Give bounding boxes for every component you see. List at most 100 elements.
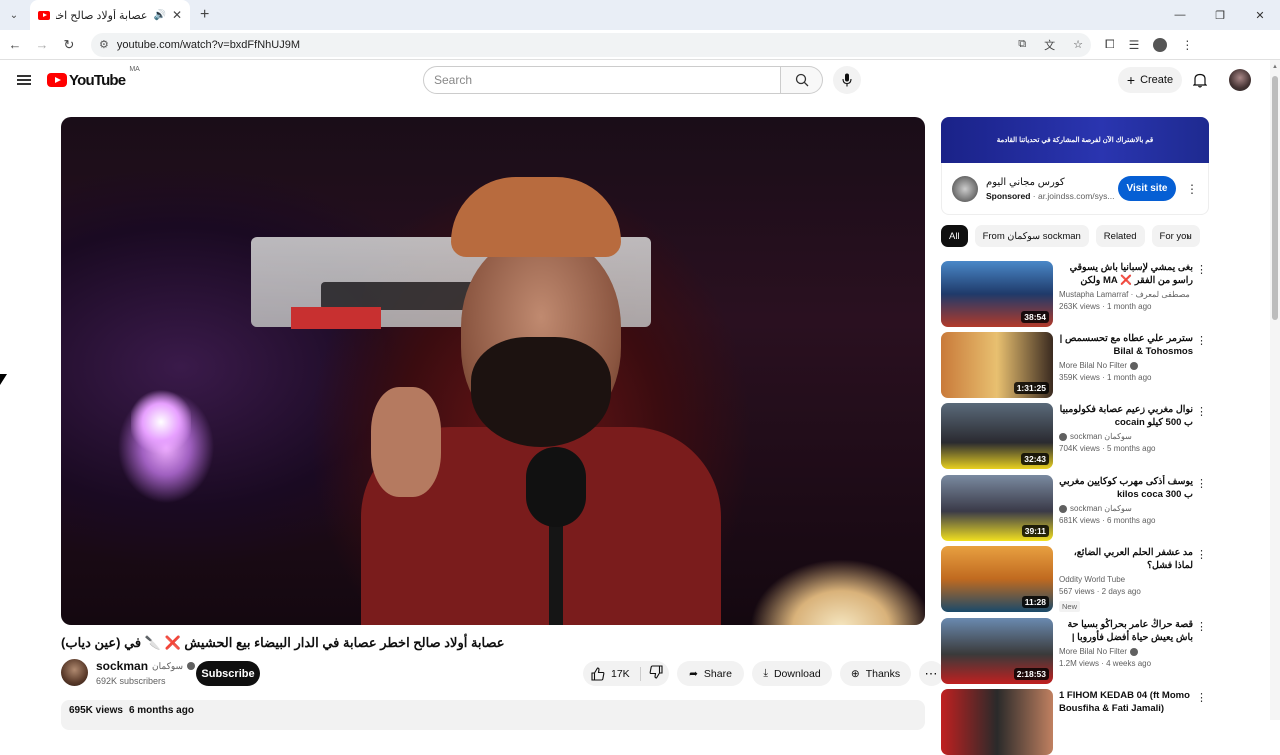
download-button[interactable]: ⤓ Download [752, 661, 832, 686]
recommendation-title[interactable]: نوال مغربي زعيم عصابة فكولومبيا ب 500 كي… [1059, 403, 1193, 429]
new-tab-button[interactable]: + [200, 6, 209, 24]
recommendation-channel[interactable]: sockman سوكمان [1070, 432, 1132, 441]
extensions-icon[interactable]: ⧠ [1105, 37, 1115, 52]
recommendation-title[interactable]: مد عشفر الحلم العربي الضائع، لماذا فشل؟ [1059, 546, 1193, 572]
sponsored-ad[interactable]: قم بالاشتراك الآن لفرصة المشاركة في تحدي… [941, 117, 1209, 215]
profile-avatar-icon[interactable] [1153, 37, 1168, 52]
description-box[interactable]: 695K views 6 months ago [61, 700, 925, 730]
install-app-icon[interactable]: ⧉ [1018, 38, 1026, 51]
recommendation-item[interactable]: 39:11 يوسف أذكى مهرب كوكايين مغربي ب 300… [941, 475, 1209, 541]
recommendation-item[interactable]: 38:54 بغى يمشي لإسبانيا باش يسوقي راسو م… [941, 261, 1209, 327]
video-player[interactable] [61, 117, 925, 625]
channel-name[interactable]: sockman [96, 659, 148, 673]
reload-icon[interactable]: ↻ [57, 33, 81, 57]
browser-tab-active[interactable]: عصابة أولاد صالح اخطر عصا... 🔊 ✕ [30, 0, 190, 30]
share-button[interactable]: ➦ Share [677, 661, 744, 686]
thanks-button[interactable]: ⊕ Thanks [840, 661, 911, 686]
subscribe-button[interactable]: Subscribe [196, 661, 260, 686]
recommendation-channel[interactable]: More Bilal No Filter [1059, 647, 1127, 656]
back-icon[interactable]: ← [3, 33, 27, 57]
duration-badge: 32:43 [1021, 453, 1049, 465]
menu-icon[interactable] [4, 60, 44, 100]
chevron-right-icon[interactable]: › [1186, 229, 1190, 243]
video-thumbnail[interactable] [941, 689, 1053, 755]
restore-icon[interactable]: ❐ [1200, 0, 1240, 30]
video-thumbnail[interactable]: 1:31:25 [941, 332, 1053, 398]
video-thumbnail[interactable]: 38:54 [941, 261, 1053, 327]
url-text[interactable]: youtube.com/watch?v=bxdFfNhUJ9M [117, 39, 1000, 51]
recommendation-title[interactable]: قصة حراڭ عامر بحراڭو بسيا حة باش يعيش حي… [1059, 618, 1193, 644]
video-thumbnail[interactable]: 11:28 [941, 546, 1053, 612]
country-code: MA [129, 65, 140, 73]
verified-icon [1130, 647, 1139, 656]
recommendation-channel[interactable]: Oddity World Tube [1059, 575, 1125, 584]
channel-avatar[interactable] [61, 659, 88, 686]
create-button[interactable]: + Create [1118, 67, 1182, 93]
verified-icon [187, 662, 196, 670]
youtube-play-icon [47, 73, 67, 87]
like-count: 17K [611, 667, 630, 680]
chip-all[interactable]: All [941, 225, 968, 247]
chip-related[interactable]: Related [1095, 225, 1145, 247]
bookmark-star-icon[interactable]: ☆ [1073, 38, 1083, 51]
search-button[interactable] [781, 66, 823, 94]
recommendation-item[interactable]: 32:43 نوال مغربي زعيم عصابة فكولومبيا ب … [941, 403, 1209, 469]
more-vertical-icon[interactable]: ⋮ [1196, 263, 1207, 276]
more-vertical-icon[interactable]: ⋮ [1196, 477, 1207, 490]
tab-search-icon[interactable]: ⌄ [4, 5, 24, 25]
more-vertical-icon[interactable]: ⋮ [1196, 620, 1207, 633]
recommendation-title[interactable]: سترمر علي عطاه مع تحسسمص | Bilal & Tohos… [1059, 332, 1193, 358]
address-bar[interactable]: ⚙ youtube.com/watch?v=bxdFfNhUJ9M ⧉ 文 ☆ [91, 32, 1091, 57]
minimize-icon[interactable]: — [1160, 0, 1200, 30]
channel-name-arabic[interactable]: سوكمان [152, 661, 183, 672]
video-actions: 17K ➦ Share ⤓ Download ⊕ Thanks ⋯ [583, 661, 944, 686]
recommendation-title[interactable]: يوسف أذكى مهرب كوكايين مغربي ب 300 kilos… [1059, 475, 1193, 501]
more-vertical-icon[interactable]: ⋮ [1196, 691, 1207, 704]
site-info-icon[interactable]: ⚙ [99, 38, 109, 51]
more-horizontal-icon: ⋯ [924, 665, 939, 681]
recommendation-channel[interactable]: sockman سوكمان [1070, 504, 1132, 513]
forward-icon[interactable]: → [30, 33, 54, 57]
video-thumbnail[interactable]: 32:43 [941, 403, 1053, 469]
recommendation-item[interactable]: 11:28 مد عشفر الحلم العربي الضائع، لماذا… [941, 546, 1209, 612]
translate-icon[interactable]: 文 [1044, 37, 1055, 53]
download-icon: ⤓ [763, 667, 768, 679]
account-avatar[interactable] [1229, 69, 1251, 91]
chip-from-channel[interactable]: From سوكمان sockman [974, 225, 1089, 247]
visit-site-button[interactable]: Visit site [1118, 176, 1176, 201]
video-thumbnail[interactable]: 39:11 [941, 475, 1053, 541]
create-label: Create [1140, 74, 1174, 86]
reading-list-icon[interactable]: ☰ [1129, 38, 1140, 52]
more-vertical-icon[interactable]: ⋮ [1196, 405, 1207, 418]
voice-search-button[interactable] [833, 66, 861, 94]
notifications-button[interactable] [1190, 70, 1210, 90]
search-input[interactable]: Search [423, 66, 781, 94]
youtube-logo[interactable]: YouTube MA [47, 66, 140, 89]
logo-text: YouTube [69, 71, 126, 89]
recommendation-title[interactable]: بغى يمشي لإسبانيا باش يسوقي راسو من الفق… [1059, 261, 1193, 287]
browser-menu-icon[interactable]: ⋮ [1181, 38, 1193, 52]
scrollbar-thumb[interactable] [1272, 76, 1278, 320]
mouse-cursor [0, 374, 7, 385]
recommendation-title[interactable]: 1 FIHOM KEDAB 04 (ft Momo Bousfiha & Fat… [1059, 689, 1193, 715]
page-scrollbar[interactable]: ▲ [1270, 60, 1280, 720]
close-tab-icon[interactable]: ✕ [172, 8, 182, 22]
recommendation-item[interactable]: 2:18:53 قصة حراڭ عامر بحراڭو بسيا حة باش… [941, 618, 1209, 684]
ad-domain: ar.joindss.com/sys... [1037, 190, 1115, 201]
dislike-button[interactable] [641, 665, 663, 682]
scroll-up-icon[interactable]: ▲ [1272, 64, 1278, 70]
recommendation-channel[interactable]: Mustapha Lamarraf · مصطفى لمعرف [1059, 290, 1190, 299]
recommendation-meta: 567 views · 2 days ago [1059, 587, 1141, 596]
recommendation-item[interactable]: 1:31:25 سترمر علي عطاه مع تحسسمص | Bilal… [941, 332, 1209, 398]
recommendation-item[interactable]: 1 FIHOM KEDAB 04 (ft Momo Bousfiha & Fat… [941, 689, 1209, 755]
close-window-icon[interactable]: ✕ [1240, 0, 1280, 30]
ad-banner[interactable]: قم بالاشتراك الآن لفرصة المشاركة في تحدي… [941, 117, 1209, 163]
more-vertical-icon[interactable]: ⋮ [1196, 334, 1207, 347]
speaker-icon[interactable]: 🔊 [153, 10, 165, 21]
recommendation-channel[interactable]: More Bilal No Filter [1059, 361, 1127, 370]
more-vertical-icon[interactable]: ⋮ [1196, 548, 1207, 561]
video-thumbnail[interactable]: 2:18:53 [941, 618, 1053, 684]
like-button[interactable]: 17K [591, 666, 641, 681]
chip-for-you[interactable]: For you [1151, 225, 1200, 247]
ad-menu-icon[interactable]: ⋮ [1186, 182, 1198, 196]
